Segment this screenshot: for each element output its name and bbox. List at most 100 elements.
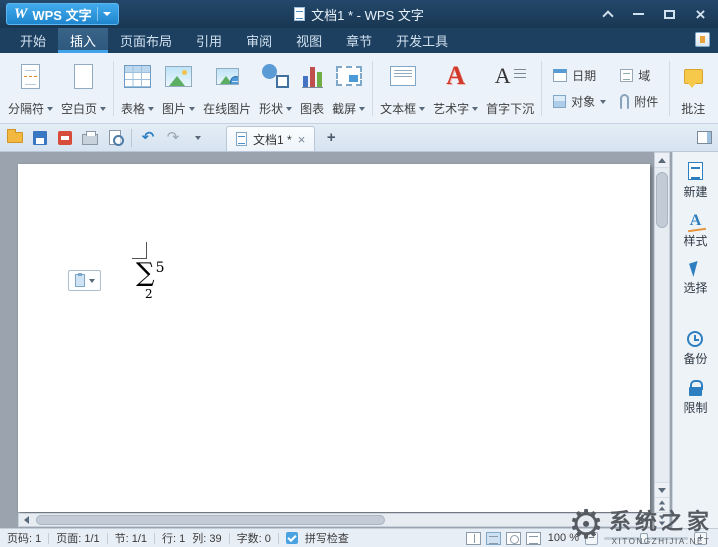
spell-check-icon <box>286 532 298 544</box>
arrow-down-icon <box>658 488 666 493</box>
scroll-up-button[interactable] <box>655 153 669 168</box>
arrow-right-icon <box>641 516 646 524</box>
sidebar-item-restrict[interactable]: 限制 <box>683 380 707 416</box>
print-preview-button[interactable] <box>106 128 124 148</box>
divider <box>372 61 373 116</box>
spell-check-label[interactable]: 拼写检查 <box>305 530 349 546</box>
zoom-out-button[interactable]: − <box>585 532 598 545</box>
zoom-slider-track[interactable] <box>604 537 688 540</box>
online-picture-button[interactable]: 在线图片 <box>199 56 255 121</box>
skin-icon[interactable] <box>695 32 710 47</box>
document-tab[interactable]: 文档1 * × <box>226 126 315 151</box>
table-button[interactable]: 表格 <box>117 56 158 121</box>
double-arrow-up-icon <box>659 500 665 504</box>
sidebar-item-styles[interactable]: A 样式 <box>683 213 707 249</box>
next-page-button[interactable] <box>655 512 669 527</box>
read-view-button[interactable] <box>466 532 481 545</box>
undo-icon: ↶ <box>142 130 155 145</box>
status-bar: 页码: 1 页面: 1/1 节: 1/1 行: 1 列: 39 字数: 0 拼写… <box>0 528 718 547</box>
ribbon-small-button-group: 日期 对象 域 附件 <box>545 56 666 121</box>
online-picture-icon <box>216 59 239 93</box>
shapes-button[interactable]: 形状 <box>255 56 296 121</box>
equation-object[interactable]: ∑5 2 <box>136 258 164 288</box>
document-area: ∑5 2 新建 A 样式 选择 备份 <box>0 152 718 528</box>
screenshot-icon <box>336 59 362 93</box>
ribbon-tab-bar: 开始 插入 页面布局 引用 审阅 视图 章节 开发工具 <box>0 28 718 53</box>
save-button[interactable] <box>31 128 49 148</box>
horizontal-scrollbar[interactable] <box>18 513 652 527</box>
undo-button[interactable]: ↶ <box>139 128 157 148</box>
separator-button[interactable]: 分隔符 <box>4 56 57 121</box>
field-button[interactable]: 域 <box>620 67 658 84</box>
button-label: 表格 <box>121 100 145 117</box>
horizontal-scroll-track[interactable] <box>34 514 636 526</box>
task-pane-toggle-icon[interactable] <box>697 131 712 144</box>
wordart-button[interactable]: A 艺术字 <box>429 56 482 121</box>
tab-label: 视图 <box>296 31 322 50</box>
page-view-button[interactable] <box>486 532 501 545</box>
sidebar-item-select[interactable]: 选择 <box>683 262 707 296</box>
toolbar-options-button[interactable] <box>189 128 207 148</box>
tab-developer[interactable]: 开发工具 <box>384 28 460 53</box>
redo-button[interactable]: ↷ <box>164 128 182 148</box>
tab-view[interactable]: 视图 <box>284 28 334 53</box>
document-page[interactable]: ∑5 2 <box>18 164 650 512</box>
sidebar-item-backup[interactable]: 备份 <box>683 331 707 367</box>
zoom-slider-thumb[interactable] <box>640 533 648 544</box>
object-button[interactable]: 对象 <box>553 93 606 110</box>
minimize-button[interactable] <box>623 0 654 28</box>
screenshot-button[interactable]: 截屏 <box>328 56 369 121</box>
vertical-scroll-thumb[interactable] <box>656 172 668 228</box>
previous-page-button[interactable] <box>655 497 669 512</box>
print-button[interactable] <box>81 128 99 148</box>
button-label: 附件 <box>634 93 658 110</box>
sidebar-item-new[interactable]: 新建 <box>683 162 707 200</box>
text-box-button[interactable]: 文本框 <box>376 56 429 121</box>
scroll-left-button[interactable] <box>19 514 34 526</box>
comment-button[interactable]: 批注 <box>673 56 713 121</box>
chevron-down-icon <box>195 136 201 140</box>
picture-button[interactable]: 图片 <box>158 56 199 121</box>
equation-upper-limit: 5 <box>156 260 165 276</box>
status-line: 行: 1 <box>162 530 185 546</box>
maximize-button[interactable] <box>654 0 685 28</box>
tab-label: 开发工具 <box>396 31 448 50</box>
vertical-scrollbar[interactable] <box>654 152 670 528</box>
tab-home[interactable]: 开始 <box>8 28 58 53</box>
minimize-icon <box>633 13 644 15</box>
zoom-in-button[interactable]: + <box>694 532 707 545</box>
open-file-button[interactable] <box>6 128 24 148</box>
tab-review[interactable]: 审阅 <box>234 28 284 53</box>
scroll-down-button[interactable] <box>655 482 669 497</box>
blank-page-button[interactable]: 空白页 <box>57 56 110 121</box>
date-button[interactable]: 日期 <box>553 67 606 84</box>
drop-cap-button[interactable]: A 首字下沉 <box>482 56 538 121</box>
horizontal-scroll-thumb[interactable] <box>36 515 385 525</box>
close-tab-button[interactable]: × <box>298 133 306 146</box>
new-tab-button[interactable]: + <box>322 129 340 147</box>
page-break-icon <box>21 59 40 93</box>
drop-cap-icon: A <box>495 59 526 93</box>
double-arrow-up-icon <box>659 506 665 510</box>
chart-button[interactable]: 图表 <box>296 56 328 121</box>
task-pane-sidebar: 新建 A 样式 选择 备份 限制 <box>672 152 718 528</box>
paste-options-button[interactable] <box>68 270 101 291</box>
tab-section[interactable]: 章节 <box>334 28 384 53</box>
paperclip-icon <box>620 94 629 109</box>
tab-references[interactable]: 引用 <box>184 28 234 53</box>
attachment-button[interactable]: 附件 <box>620 93 658 110</box>
tab-label: 插入 <box>70 31 96 50</box>
scroll-right-button[interactable] <box>636 514 651 526</box>
web-view-button[interactable] <box>506 532 521 545</box>
vertical-scroll-track[interactable] <box>655 168 669 482</box>
export-pdf-button[interactable] <box>56 128 74 148</box>
tab-page-layout[interactable]: 页面布局 <box>108 28 184 53</box>
open-folder-icon <box>7 132 23 143</box>
collapse-ribbon-button[interactable] <box>592 0 623 28</box>
tab-insert[interactable]: 插入 <box>58 28 108 53</box>
zoom-level[interactable]: 100 % <box>548 532 579 544</box>
close-button[interactable]: × <box>685 0 716 28</box>
outline-view-button[interactable] <box>526 532 541 545</box>
maximize-icon <box>664 10 675 19</box>
status-word-count[interactable]: 字数: 0 <box>237 530 271 546</box>
